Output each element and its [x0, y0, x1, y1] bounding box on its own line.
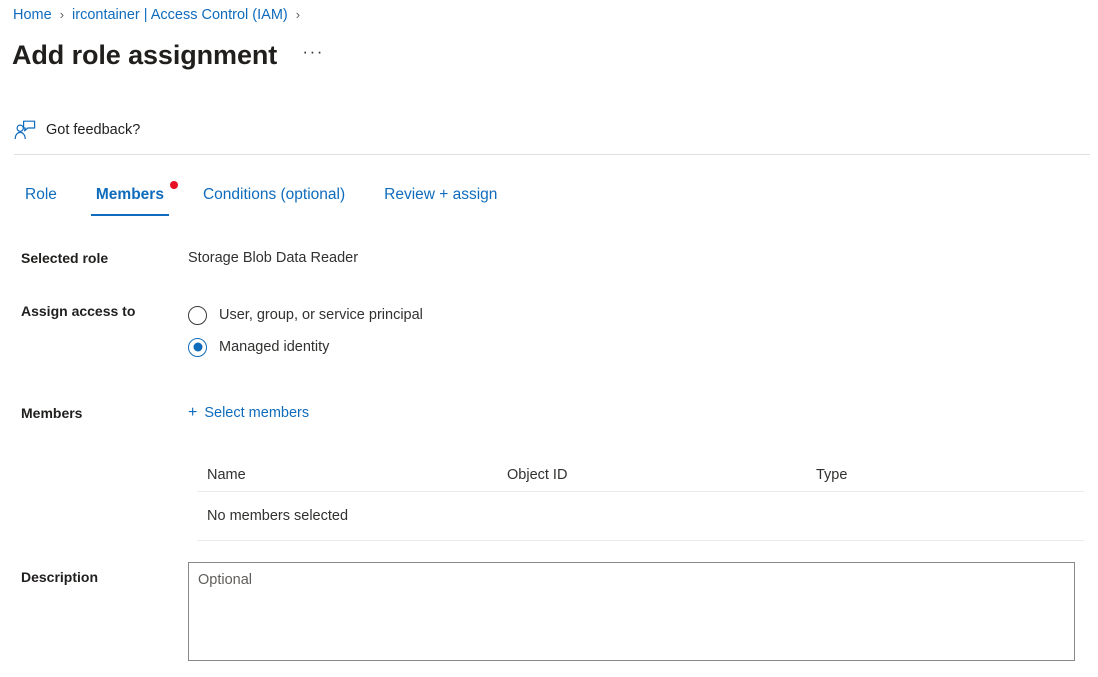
radio-unchecked-icon [188, 306, 207, 325]
selected-role-row: Selected role Storage Blob Data Reader [0, 248, 1098, 268]
breadcrumb-item-home[interactable]: Home [13, 5, 52, 25]
radio-managed-identity[interactable]: Managed identity [188, 333, 1098, 361]
tab-role[interactable]: Role [17, 184, 65, 206]
select-members-button[interactable]: + Select members [188, 403, 309, 423]
column-header-type: Type [816, 465, 1084, 485]
selected-role-label: Selected role [0, 248, 188, 268]
radio-managed-identity-label: Managed identity [219, 337, 329, 357]
members-table-empty-message: No members selected [197, 506, 507, 526]
breadcrumb-separator-icon: › [60, 5, 64, 25]
wizard-tabs: Role Members Conditions (optional) Revie… [17, 184, 528, 224]
select-members-label: Select members [204, 403, 309, 423]
members-row: Members + Select members Name Object ID … [0, 403, 1098, 541]
tab-members-required-dot-icon [170, 181, 178, 189]
command-bar-divider [14, 154, 1090, 155]
radio-user-group-service-principal[interactable]: User, group, or service principal [188, 301, 1098, 329]
assign-access-to-radio-group: User, group, or service principal Manage… [188, 301, 1098, 365]
tab-members[interactable]: Members [88, 184, 172, 206]
plus-icon: + [188, 405, 197, 421]
command-bar: Got feedback? [14, 112, 144, 148]
tab-role-label: Role [25, 186, 57, 203]
breadcrumb-separator-icon-2: › [296, 5, 300, 25]
tab-members-label: Members [96, 186, 164, 203]
description-label: Description [0, 562, 188, 587]
column-header-name: Name [197, 465, 507, 485]
members-table-empty-row: No members selected [197, 492, 1084, 541]
page-header: Add role assignment ··· [12, 36, 327, 74]
radio-user-group-service-principal-label: User, group, or service principal [219, 305, 423, 325]
tab-conditions-label: Conditions (optional) [203, 186, 345, 203]
selected-role-value: Storage Blob Data Reader [188, 250, 358, 266]
got-feedback-button[interactable]: Got feedback? [14, 114, 144, 146]
description-row: Description [0, 562, 1098, 661]
members-table: Name Object ID Type No members selected [197, 459, 1084, 541]
column-header-object-id: Object ID [507, 465, 816, 485]
members-table-header-row: Name Object ID Type [197, 459, 1084, 492]
radio-checked-icon [188, 338, 207, 357]
description-textarea[interactable] [188, 562, 1075, 661]
members-label: Members [0, 403, 188, 423]
got-feedback-label: Got feedback? [46, 120, 140, 140]
assign-access-to-label: Assign access to [0, 301, 188, 321]
tab-review-assign[interactable]: Review + assign [376, 184, 505, 206]
page-title: Add role assignment [12, 38, 277, 72]
role-assignment-form: Selected role Storage Blob Data Reader A… [0, 248, 1098, 661]
person-feedback-icon [14, 120, 36, 140]
breadcrumb: Home › ircontainer | Access Control (IAM… [13, 4, 308, 26]
breadcrumb-item-access-control[interactable]: ircontainer | Access Control (IAM) [72, 5, 288, 25]
tab-review-assign-label: Review + assign [384, 186, 497, 203]
more-options-icon[interactable]: ··· [299, 41, 327, 69]
assign-access-to-row: Assign access to User, group, or service… [0, 301, 1098, 365]
tab-conditions[interactable]: Conditions (optional) [195, 184, 353, 206]
